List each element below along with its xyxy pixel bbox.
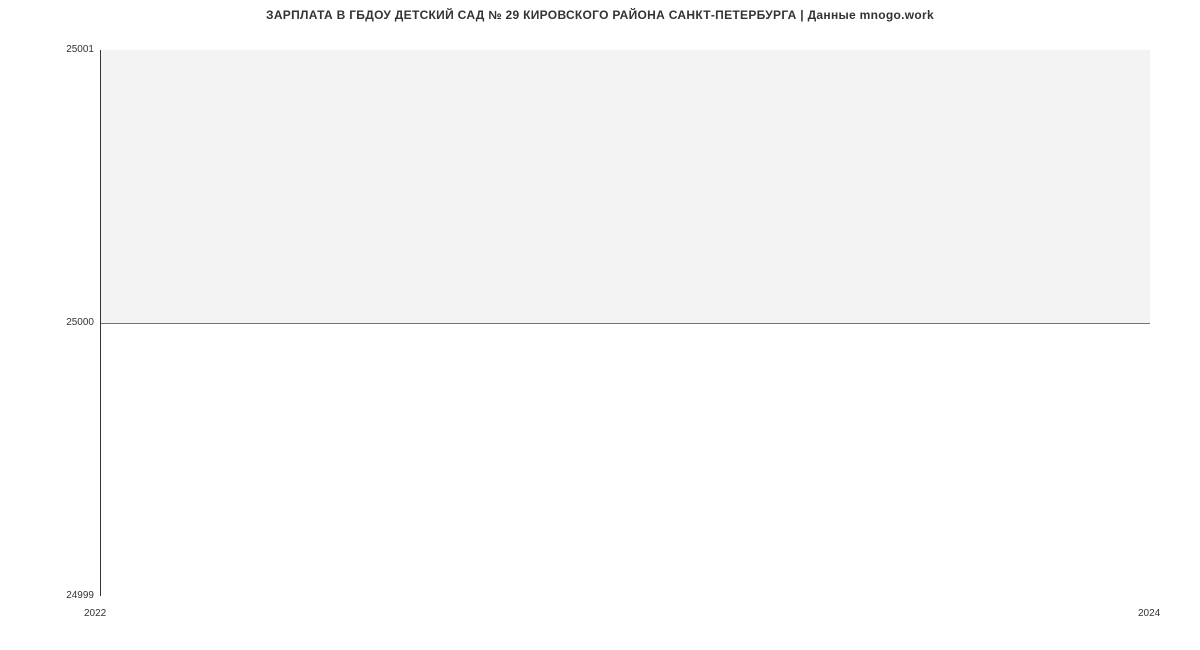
y-tick-label: 25000 xyxy=(4,318,94,328)
x-tick-label: 2024 xyxy=(1138,608,1160,619)
plot-area xyxy=(100,50,1150,596)
chart-title: ЗАРПЛАТА В ГБДОУ ДЕТСКИЙ САД № 29 КИРОВС… xyxy=(0,8,1200,22)
x-tick-label: 2022 xyxy=(84,608,106,619)
y-tick-label: 25001 xyxy=(4,45,94,55)
series-line xyxy=(100,323,1150,324)
y-axis xyxy=(100,50,101,596)
area-fill xyxy=(100,50,1150,323)
y-tick-label: 24999 xyxy=(4,591,94,601)
